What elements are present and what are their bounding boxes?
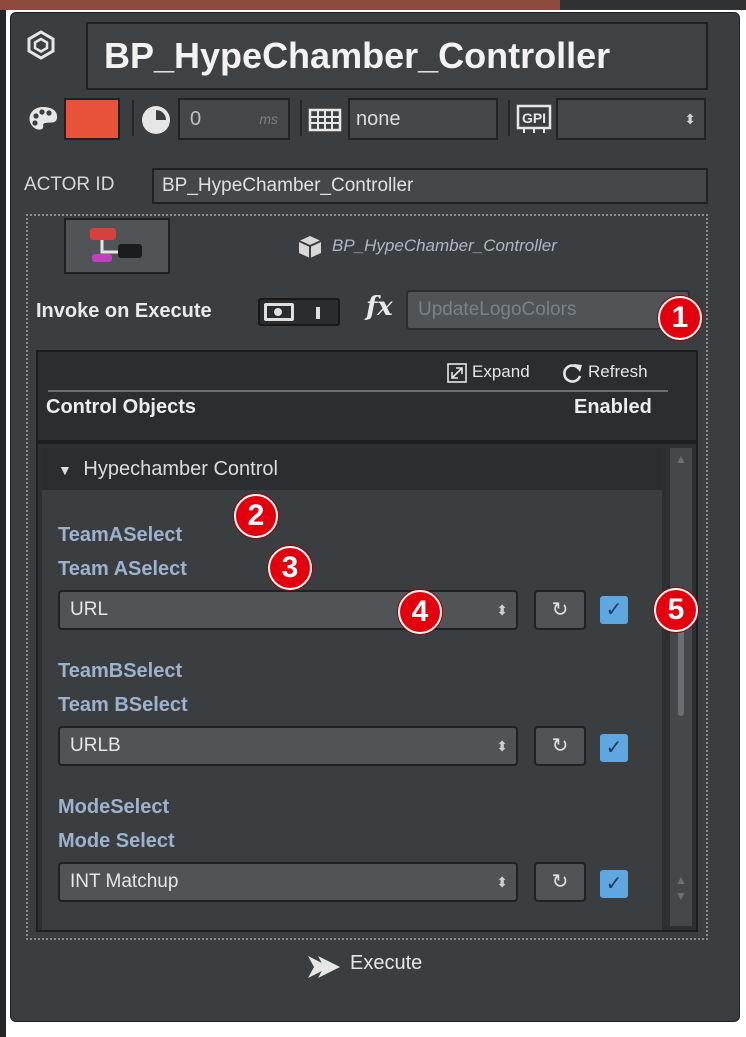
scroll-step-arrows-icon[interactable]: ▲ ▼ [675,872,687,904]
toolbar-divider [508,100,510,136]
column-enabled: Enabled [574,396,652,418]
property-name: Team ASelect [58,558,187,580]
gpi-select[interactable]: ⬍ [556,98,706,140]
grid-icon [308,108,342,132]
svg-text:GPI: GPI [522,110,546,126]
callout-marker-1: 1 [658,296,702,340]
toolbar-divider [300,100,302,136]
list-content [42,448,662,930]
selected-value: INT Matchup [70,871,179,892]
expand-button[interactable]: Expand [446,362,530,383]
refresh-icon [563,364,582,383]
function-input[interactable]: UpdateLogoColors [406,290,690,330]
toggle-on-bar [316,307,320,319]
column-control-objects: Control Objects [46,396,197,418]
updown-arrows-icon: ⬍ [496,874,508,890]
callout-marker-3: 3 [268,546,312,590]
toolbar-divider [132,100,134,136]
reset-button[interactable]: ↻ [534,726,586,766]
property-id: TeamBSelect [58,660,183,682]
window-edge-top-dark [560,0,746,10]
reset-button[interactable]: ↻ [534,590,586,630]
delay-input[interactable]: 0 ms [178,98,290,140]
check-icon: ✓ [605,599,623,621]
selected-value: URLB [70,735,121,756]
actor-title[interactable]: BP_HypeChamber_Controller [86,22,708,90]
callout-marker-2: 2 [234,494,278,538]
expand-icon [447,363,467,383]
blueprint-icon [90,228,142,262]
tag-input[interactable]: none [348,98,498,140]
scroll-up-arrow-icon[interactable]: ▲ [675,452,687,466]
selected-value: URL [70,599,109,620]
refresh-button[interactable]: Refresh [560,362,648,383]
actor-id-input[interactable]: BP_HypeChamber_Controller [152,168,708,204]
callout-marker-5: 5 [654,588,698,632]
invoke-on-execute-label: Invoke on Execute [36,300,212,322]
execute-icon [308,956,340,978]
property-value-select[interactable]: INT Matchup ⬍ [58,862,518,902]
blueprint-button[interactable] [64,218,170,274]
updown-arrows-icon: ⬍ [684,111,696,127]
property-id: ModeSelect [58,796,170,818]
property-name: Team BSelect [58,694,188,716]
property-name: Mode Select [58,830,175,852]
execute-button[interactable]: Execute [306,952,422,978]
property-id: TeamASelect [58,524,183,546]
enabled-checkbox[interactable]: ✓ [600,596,628,624]
reset-icon: ↻ [551,599,569,621]
check-icon: ✓ [605,737,623,759]
reset-icon: ↻ [551,735,569,757]
updown-arrows-icon: ⬍ [496,602,508,618]
reset-icon: ↻ [551,871,569,893]
actor-id-label: ACTOR ID [24,174,115,195]
header-divider [48,390,668,392]
updown-arrows-icon: ⬍ [496,738,508,754]
blueprint-reference: BP_HypeChamber_Controller [332,236,557,255]
group-name: Hypechamber Control [83,458,278,480]
clock-icon [142,106,170,134]
window-edge-top [0,0,560,10]
toggle-off-knob [264,303,294,321]
property-value-select[interactable]: URL ⬍ [58,590,518,630]
delay-unit: ms [259,111,278,127]
window-edge-left [0,10,6,1037]
reset-button[interactable]: ↻ [534,862,586,902]
enabled-checkbox[interactable]: ✓ [600,870,628,898]
hexagon-logo-icon [27,30,55,60]
scroll-thumb[interactable] [678,622,684,716]
cube-icon [298,236,322,258]
delay-value: 0 [190,108,202,130]
invoke-toggle[interactable] [258,298,340,326]
check-icon: ✓ [605,873,623,895]
gpi-icon: GPI [516,104,552,133]
group-hypechamber-control[interactable]: ▼ Hypechamber Control [42,448,662,490]
enabled-checkbox[interactable]: ✓ [600,734,628,762]
property-value-select[interactable]: URLB ⬍ [58,726,518,766]
function-icon: fx [366,292,393,322]
palette-icon[interactable] [26,104,60,134]
callout-marker-4: 4 [398,590,442,634]
collapse-triangle-icon: ▼ [58,462,72,478]
color-swatch[interactable] [64,98,120,140]
